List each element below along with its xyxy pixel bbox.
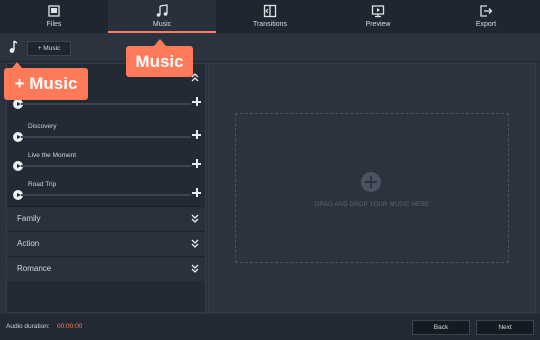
tab-export[interactable]: Export — [432, 0, 540, 33]
category-action[interactable]: Action — [7, 231, 205, 256]
back-button[interactable]: Back — [412, 320, 470, 335]
add-track-icon[interactable] — [192, 130, 201, 139]
add-track-icon[interactable] — [192, 159, 201, 168]
track-progress-bar — [21, 165, 191, 167]
track-progress-bar — [21, 103, 191, 105]
list-item[interactable]: Road Trip — [13, 180, 203, 208]
tab-transitions[interactable]: Transitions — [216, 0, 324, 33]
files-icon — [48, 5, 60, 17]
add-track-icon[interactable] — [192, 97, 201, 106]
preview-icon — [371, 5, 385, 18]
add-circle-icon[interactable] — [361, 172, 381, 192]
music-library-panel: Discovery Live the Moment Road Trip Fami… — [6, 63, 206, 313]
track-name: Live the Moment — [28, 152, 77, 159]
category-label: Action — [17, 239, 40, 248]
top-navigation: Files Music Transitions Preview Export — [0, 0, 540, 33]
tab-files[interactable]: Files — [0, 0, 108, 33]
category-label: Romance — [17, 264, 52, 273]
category-label: Family — [17, 214, 41, 223]
export-icon — [480, 5, 493, 17]
music-note-icon[interactable] — [7, 40, 19, 54]
chevron-down-icon — [191, 264, 199, 273]
tab-transitions-label: Transitions — [253, 21, 287, 28]
track-progress-bar — [21, 136, 191, 138]
tab-music-label: Music — [152, 21, 172, 28]
sub-toolbar — [0, 33, 540, 62]
tab-files-label: Files — [46, 21, 62, 28]
tab-export-label: Export — [475, 21, 497, 28]
music-drop-zone[interactable]: DRAG AND DROP YOUR MUSIC HERE — [235, 113, 509, 263]
timeline-panel: DRAG AND DROP YOUR MUSIC HERE — [208, 63, 536, 313]
add-track-icon[interactable] — [192, 188, 201, 197]
audio-duration-value: 00:00:00 — [57, 323, 83, 330]
tab-preview-label: Preview — [365, 21, 391, 28]
add-music-button[interactable]: + Music — [27, 41, 71, 56]
audio-duration-label: Audio duration: — [6, 323, 50, 330]
chevron-down-icon — [191, 239, 199, 248]
track-name: Discovery — [28, 123, 57, 130]
category-family[interactable]: Family — [7, 206, 205, 231]
list-item[interactable]: Discovery — [13, 122, 203, 150]
category-romance[interactable]: Romance — [7, 256, 205, 281]
transitions-icon — [263, 4, 277, 18]
bottom-bar: Audio duration: 00:00:00 Back Next — [0, 314, 540, 340]
list-item[interactable]: Live the Moment — [13, 151, 203, 179]
tab-music[interactable]: Music — [108, 0, 216, 33]
track-progress-bar — [21, 194, 191, 196]
add-music-callout: + Music — [4, 62, 88, 100]
next-button[interactable]: Next — [476, 320, 534, 335]
track-name: Road Trip — [28, 181, 57, 188]
music-note-icon — [156, 4, 168, 17]
chevron-down-icon — [191, 214, 199, 223]
music-tab-callout: Music — [126, 39, 193, 77]
tab-preview[interactable]: Preview — [324, 0, 432, 33]
drop-zone-text: DRAG AND DROP YOUR MUSIC HERE — [314, 202, 430, 208]
